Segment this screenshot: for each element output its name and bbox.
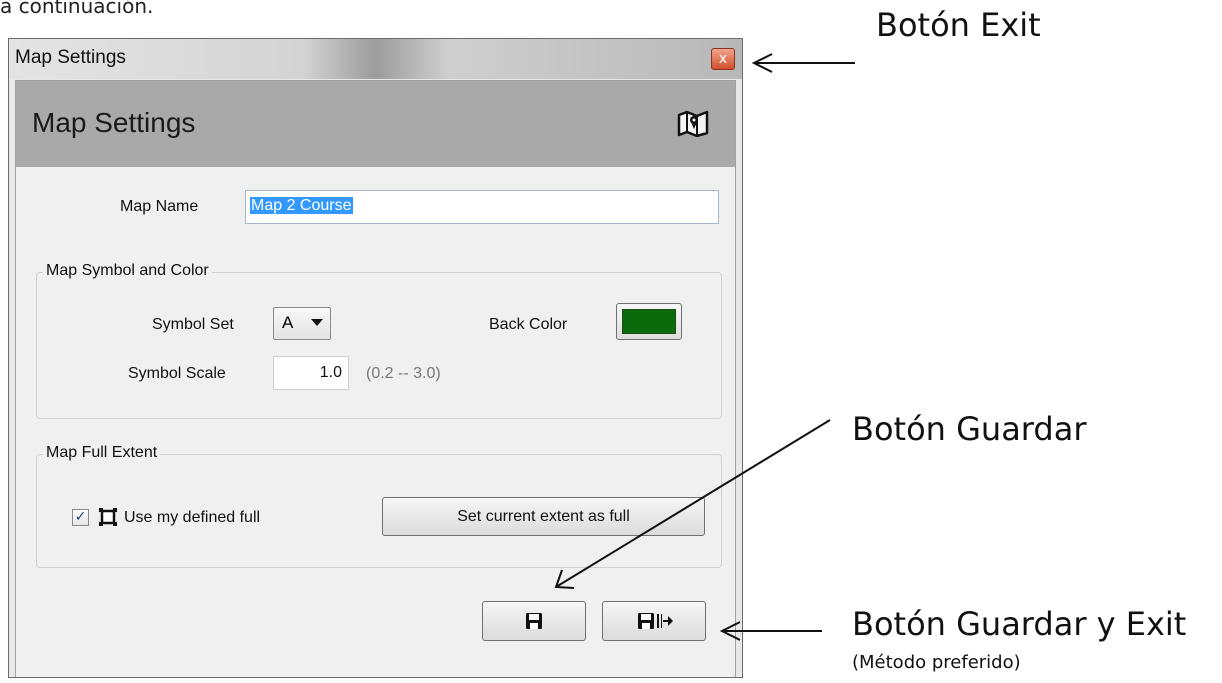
chevron-down-icon (311, 319, 323, 326)
symbol-scale-range: (0.2 -- 3.0) (366, 365, 441, 382)
window-title: Map Settings (15, 47, 126, 68)
exit-annotation: Botón Exit (876, 6, 1041, 44)
symbol-set-label: Symbol Set (152, 316, 234, 333)
save-exit-note: (Método preferido) (852, 652, 1021, 673)
symbol-set-dropdown[interactable]: A (273, 307, 331, 340)
full-extent-group-title: Map Full Extent (43, 444, 161, 462)
symbol-set-value: A (282, 313, 294, 332)
map-settings-window: Map Settings x Map Settings Map Name Map… (8, 38, 743, 678)
map-name-value: Map 2 Course (250, 197, 353, 214)
close-button[interactable]: x (711, 48, 735, 70)
back-color-swatch (622, 309, 676, 334)
symbol-scale-input[interactable]: 1.0 (273, 356, 349, 390)
save-and-exit-button[interactable] (602, 601, 706, 641)
document-text: a continuación. (0, 0, 154, 18)
close-icon: x (718, 51, 728, 67)
save-annotation: Botón Guardar (852, 410, 1087, 448)
map-icon (677, 110, 709, 137)
symbol-color-group: Map Symbol and Color (36, 262, 722, 419)
map-name-label: Map Name (120, 198, 199, 215)
symbol-color-group-title: Map Symbol and Color (43, 262, 212, 280)
save-exit-annotation: Botón Guardar y Exit (852, 605, 1187, 643)
dialog-body: Map Settings Map Name Map 2 Course Map S… (15, 80, 736, 677)
save-button[interactable] (482, 601, 586, 641)
map-name-input[interactable]: Map 2 Course (245, 190, 719, 224)
back-color-label: Back Color (489, 316, 568, 333)
use-defined-full-checkbox[interactable]: ✓ (72, 509, 89, 526)
symbol-scale-value: 1.0 (319, 364, 342, 381)
save-icon (526, 613, 542, 629)
set-current-extent-label: Set current extent as full (457, 508, 630, 525)
title-bar[interactable]: Map Settings x (9, 39, 742, 79)
use-defined-full-label: Use my defined full (124, 509, 261, 526)
dialog-header: Map Settings (16, 81, 735, 167)
header-title: Map Settings (32, 107, 196, 138)
symbol-scale-label: Symbol Scale (128, 365, 226, 382)
save-exit-icon (638, 613, 673, 629)
full-extent-icon (99, 508, 117, 526)
set-current-extent-button[interactable]: Set current extent as full (382, 497, 705, 536)
back-color-button[interactable] (616, 303, 682, 340)
